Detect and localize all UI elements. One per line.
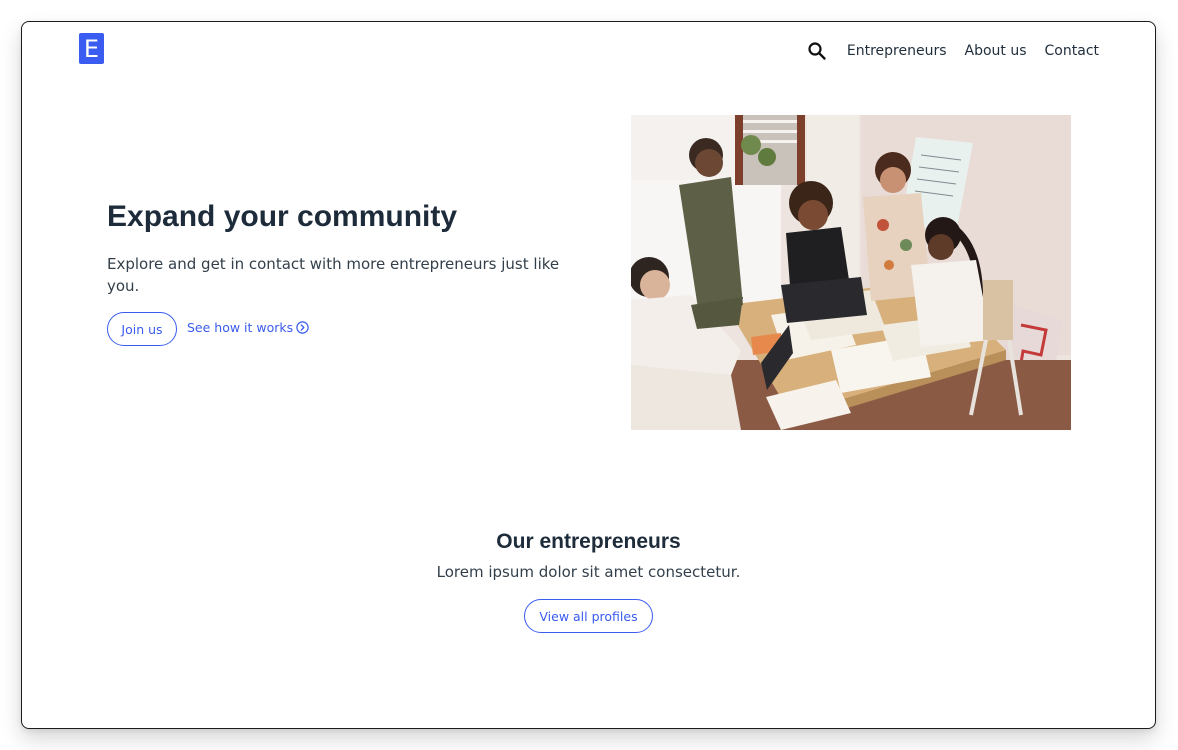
section-title: Our entrepreneurs — [496, 530, 681, 553]
view-all-profiles-button[interactable]: View all profiles — [524, 599, 653, 633]
nav-link-entrepreneurs[interactable]: Entrepreneurs — [847, 43, 947, 59]
search-icon[interactable] — [807, 41, 827, 61]
nav-link-contact[interactable]: Contact — [1045, 43, 1099, 59]
chevron-circle-right-icon — [296, 321, 309, 334]
logo-letter: E — [83, 34, 100, 63]
top-nav: Entrepreneurs About us Contact — [807, 39, 1099, 63]
hero-description: Explore and get in contact with more ent… — [107, 255, 560, 295]
see-how-it-works-link[interactable]: See how it works — [187, 320, 309, 335]
see-how-it-works-label: See how it works — [187, 320, 294, 335]
section-description: Lorem ipsum dolor sit amet consectetur. — [436, 563, 741, 581]
browser-frame: E Entrepreneurs About us Contact Expand … — [21, 21, 1156, 729]
hero-title: Expand your community — [107, 200, 458, 233]
hero-photo — [631, 115, 1071, 430]
nav-link-about-us[interactable]: About us — [965, 43, 1027, 59]
join-us-button[interactable]: Join us — [107, 312, 177, 346]
team-meeting-photo — [631, 115, 1071, 430]
logo[interactable]: E — [79, 33, 104, 64]
